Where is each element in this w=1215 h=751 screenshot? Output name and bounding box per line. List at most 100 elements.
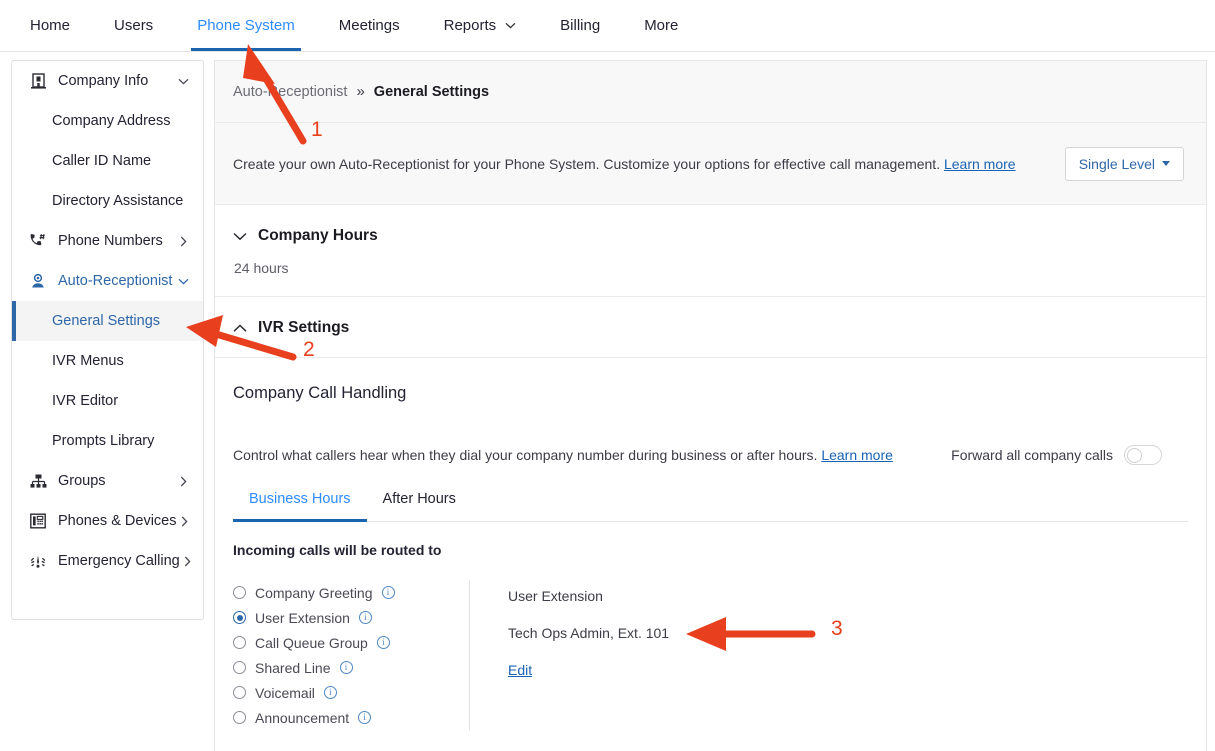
nav-item-more[interactable]: More bbox=[622, 0, 700, 51]
call-handling-control-row: Control what callers hear when they dial… bbox=[233, 445, 1188, 465]
sidebar-item-phone-numbers[interactable]: Phone Numbers bbox=[12, 221, 203, 261]
ivr-settings-header[interactable]: IVR Settings bbox=[233, 319, 1188, 337]
sidebar-item-label: Auto-Receptionist bbox=[58, 273, 173, 289]
sidebar-item-directory-assistance[interactable]: Directory Assistance bbox=[12, 181, 203, 221]
radio-button[interactable] bbox=[233, 661, 246, 674]
info-icon[interactable]: i bbox=[323, 686, 337, 699]
vertical-divider bbox=[469, 580, 470, 730]
sidebar-item-label: Emergency Calling bbox=[58, 553, 180, 569]
nav-label: More bbox=[644, 17, 679, 34]
single-level-dropdown[interactable]: Single Level bbox=[1064, 146, 1184, 181]
radio-label: Call Queue Group bbox=[255, 634, 368, 651]
sidebar-item-label: Directory Assistance bbox=[52, 193, 184, 209]
chevron-down-icon bbox=[175, 78, 191, 85]
radio-label: Announcement bbox=[255, 709, 350, 726]
nav-label: Users bbox=[114, 17, 154, 34]
sidebar-item-prompts-library[interactable]: Prompts Library bbox=[12, 421, 203, 461]
radio-option-call-queue-group[interactable]: Call Queue Group i bbox=[233, 630, 469, 655]
radio-option-announcement[interactable]: Announcement i bbox=[233, 705, 469, 730]
description-row: Create your own Auto-Receptionist for yo… bbox=[215, 123, 1206, 205]
sidebar-item-company-info[interactable]: Company Info bbox=[12, 61, 203, 101]
sidebar-item-label: Company Address bbox=[52, 113, 171, 129]
radio-button[interactable] bbox=[233, 686, 246, 699]
radio-option-user-extension[interactable]: User Extension i bbox=[233, 605, 469, 630]
company-hours-title: Company Hours bbox=[258, 227, 378, 244]
chevron-up-icon bbox=[233, 323, 247, 333]
description-sentence: Create your own Auto-Receptionist for yo… bbox=[233, 155, 941, 172]
tab-label: After Hours bbox=[382, 491, 456, 507]
breadcrumb-current: General Settings bbox=[373, 83, 490, 100]
radio-option-voicemail[interactable]: Voicemail i bbox=[233, 680, 469, 705]
detail-heading: User Extension bbox=[508, 588, 603, 604]
nav-item-home[interactable]: Home bbox=[8, 0, 92, 51]
info-icon[interactable]: i bbox=[381, 586, 395, 599]
tab-label: Business Hours bbox=[249, 491, 351, 507]
sidebar-item-phones-devices[interactable]: Phones & Devices bbox=[12, 501, 203, 541]
forward-all-calls-label: Forward all company calls bbox=[951, 447, 1113, 463]
radio-button[interactable] bbox=[233, 611, 246, 624]
caret-down-icon bbox=[1162, 161, 1170, 166]
sidebar-item-company-address[interactable]: Company Address bbox=[12, 101, 203, 141]
nav-label: Home bbox=[30, 17, 71, 34]
tab-business-hours[interactable]: Business Hours bbox=[233, 491, 367, 522]
info-icon[interactable]: i bbox=[339, 661, 353, 674]
routing-options-section: Incoming calls will be routed to Company… bbox=[215, 522, 1206, 730]
sidebar-item-emergency-calling[interactable]: Emergency Calling bbox=[12, 541, 203, 581]
sidebar-item-auto-receptionist[interactable]: Auto-Receptionist bbox=[12, 261, 203, 301]
sidebar-item-label: Phone Numbers bbox=[58, 233, 163, 249]
sidebar-item-label: Caller ID Name bbox=[52, 153, 152, 169]
call-handling-sentence: Control what callers hear when they dial… bbox=[233, 447, 818, 463]
info-icon[interactable]: i bbox=[376, 636, 390, 649]
ivr-settings-title: IVR Settings bbox=[258, 319, 350, 336]
radio-button[interactable] bbox=[233, 586, 246, 599]
call-handling-description: Control what callers hear when they dial… bbox=[233, 447, 893, 463]
receptionist-icon bbox=[26, 273, 50, 289]
ivr-settings-section: IVR Settings bbox=[215, 297, 1206, 358]
radio-button[interactable] bbox=[233, 636, 246, 649]
forward-all-calls-toggle[interactable] bbox=[1124, 445, 1162, 465]
chevron-right-icon bbox=[175, 236, 191, 247]
org-chart-icon bbox=[26, 474, 50, 489]
hours-tabs: Business Hours After Hours bbox=[233, 491, 1188, 522]
radio-option-company-greeting[interactable]: Company Greeting i bbox=[233, 580, 469, 605]
radio-label: User Extension bbox=[255, 609, 350, 626]
routing-heading: Incoming calls will be routed to bbox=[233, 542, 442, 558]
sidebar-item-ivr-editor[interactable]: IVR Editor bbox=[12, 381, 203, 421]
radio-button[interactable] bbox=[233, 711, 246, 724]
info-icon[interactable]: i bbox=[358, 711, 372, 724]
chevron-right-icon bbox=[176, 516, 192, 527]
sidebar-item-ivr-menus[interactable]: IVR Menus bbox=[12, 341, 203, 381]
edit-link[interactable]: Edit bbox=[508, 662, 669, 678]
chevron-right-icon bbox=[175, 476, 191, 487]
detail-value: Tech Ops Admin, Ext. 101 bbox=[508, 625, 670, 641]
nav-item-phone-system[interactable]: Phone System bbox=[175, 0, 317, 51]
chevron-right-icon bbox=[180, 556, 196, 567]
nav-item-users[interactable]: Users bbox=[92, 0, 175, 51]
info-icon[interactable]: i bbox=[358, 611, 372, 624]
sidebar-item-groups[interactable]: Groups bbox=[12, 461, 203, 501]
tab-after-hours[interactable]: After Hours bbox=[367, 491, 472, 521]
nav-label: Meetings bbox=[338, 17, 400, 34]
routing-body: Company Greeting i User Extension i Call… bbox=[233, 580, 1188, 730]
nav-label: Billing bbox=[560, 17, 601, 34]
nav-label: Phone System bbox=[197, 17, 295, 34]
breadcrumb-parent[interactable]: Auto-Receptionist bbox=[233, 84, 347, 100]
learn-more-link[interactable]: Learn more bbox=[944, 156, 1016, 172]
learn-more-link[interactable]: Learn more bbox=[821, 447, 893, 463]
nav-item-meetings[interactable]: Meetings bbox=[317, 0, 422, 51]
company-hours-section: Company Hours 24 hours bbox=[215, 205, 1206, 297]
sidebar-item-general-settings[interactable]: General Settings bbox=[12, 301, 203, 341]
nav-item-billing[interactable]: Billing bbox=[538, 0, 622, 51]
radio-option-shared-line[interactable]: Shared Line i bbox=[233, 655, 469, 680]
company-hours-header[interactable]: Company Hours bbox=[233, 227, 1188, 245]
company-call-handling-section: Company Call Handling Control what calle… bbox=[215, 358, 1206, 522]
building-icon bbox=[26, 73, 50, 89]
sidebar-item-caller-id-name[interactable]: Caller ID Name bbox=[12, 141, 203, 181]
nav-item-reports[interactable]: Reports bbox=[422, 0, 539, 51]
breadcrumb: Auto-Receptionist » General Settings bbox=[215, 61, 1206, 123]
app-root: Home Users Phone System Meetings Reports… bbox=[0, 0, 1215, 751]
sidebar-item-label: Company Info bbox=[58, 73, 149, 89]
routing-radio-group: Company Greeting i User Extension i Call… bbox=[233, 580, 469, 730]
nav-label: Reports bbox=[443, 17, 497, 34]
description-text: Create your own Auto-Receptionist for yo… bbox=[233, 156, 1016, 172]
